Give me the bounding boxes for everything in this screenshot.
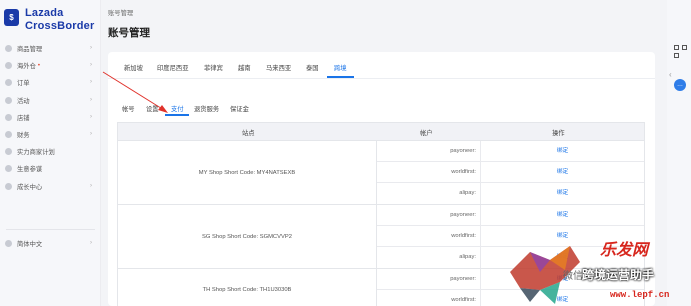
chevron-right-icon: › — [90, 130, 92, 137]
active-tab-indicator — [327, 76, 354, 78]
orders-icon — [5, 79, 12, 87]
products-icon — [5, 45, 12, 53]
bind-link[interactable]: 绑定 — [481, 205, 644, 225]
warehouse-icon — [5, 62, 12, 70]
tab-vietnam[interactable]: 越南 — [238, 63, 251, 72]
sidebar-item-label: 实力商家计划 — [17, 149, 55, 157]
merchant-plan-icon — [5, 148, 12, 156]
sidebar: $ Lazada CrossBorder 商品管理 › 海外仓 • › 订单 ›… — [0, 0, 101, 306]
chevron-right-icon: › — [90, 79, 92, 86]
site-cell: SG Shop Short Code: SGMCVVP2 — [118, 205, 377, 268]
sidebar-item-label: 店铺 — [17, 114, 30, 122]
site-cell: MY Shop Short Code: MY4NATSEXB — [118, 141, 377, 204]
table-row: alipay: 绑定 — [377, 183, 644, 204]
sidebar-item-finance[interactable]: 财务 › — [0, 126, 101, 143]
site-cell: TH Shop Short Code: TH1U3030B — [118, 269, 377, 306]
chevron-right-icon: › — [90, 182, 92, 189]
account-cell: payoneer: — [377, 269, 481, 289]
language-selector[interactable]: 简体中文 › — [0, 235, 101, 252]
language-label: 简体中文 — [17, 240, 43, 248]
sidebar-item-campaigns[interactable]: 活动 › — [0, 92, 101, 109]
account-cell: worldfirst: — [377, 162, 481, 182]
campaign-icon — [5, 96, 12, 104]
tab-payment[interactable]: 支付 — [171, 104, 184, 113]
column-header-action: 操作 — [552, 130, 565, 137]
bind-link[interactable]: 绑定 — [481, 162, 644, 182]
finance-icon — [5, 131, 12, 139]
chevron-right-icon: › — [90, 239, 92, 246]
new-badge: • — [37, 62, 40, 69]
sidebar-item-orders[interactable]: 订单 › — [0, 74, 101, 91]
sidebar-nav: 商品管理 › 海外仓 • › 订单 › 活动 › 店铺 › 财务 › 实力商家计… — [0, 40, 101, 252]
country-tabs: 新加坡 印度尼西亚 菲律宾 越南 马来西亚 泰国 跨境 — [108, 52, 655, 79]
sidebar-item-label: 海外仓 — [17, 63, 36, 71]
sidebar-item-merchant-plan[interactable]: 实力商家计划 — [0, 143, 101, 160]
tab-singapore[interactable]: 新加坡 — [124, 63, 143, 72]
sidebar-item-store[interactable]: 店铺 › — [0, 109, 101, 126]
chevron-right-icon: › — [90, 113, 92, 120]
table-row: worldfirst: 绑定 — [377, 162, 644, 183]
watermark-logo-text: 乐发网 — [600, 242, 649, 259]
lazada-crossborder-logo[interactable]: $ Lazada CrossBorder — [4, 6, 98, 34]
sidebar-item-growth-center[interactable]: 成长中心 › — [0, 178, 101, 195]
account-cell: payoneer: — [377, 205, 481, 225]
column-header-account: 帐户 — [420, 130, 433, 137]
table-row: payoneer: 绑定 — [377, 205, 644, 226]
watermark-label: 跨境运营助手 — [582, 268, 655, 282]
sidebar-item-label: 活动 — [17, 97, 30, 105]
table-row-group-my: MY Shop Short Code: MY4NATSEXB payoneer:… — [117, 141, 645, 205]
sidebar-item-products[interactable]: 商品管理 › — [0, 40, 101, 57]
table-row: payoneer: 绑定 — [377, 141, 644, 162]
collapse-arrow-icon[interactable]: ‹ — [669, 70, 672, 79]
growth-center-icon — [5, 182, 12, 190]
sidebar-item-label: 财务 — [17, 132, 30, 140]
bind-link[interactable]: 绑定 — [481, 141, 644, 161]
tab-return-service[interactable]: 退货服务 — [194, 104, 219, 113]
chevron-right-icon: › — [90, 45, 92, 51]
page-title: 账号管理 — [108, 27, 150, 39]
active-subtab-indicator — [165, 114, 189, 116]
account-cell: alipay: — [377, 183, 481, 204]
sidebar-item-label: 生意参谋 — [17, 166, 43, 174]
tab-settings[interactable]: 设置 — [146, 104, 159, 113]
logo-name: Lazada — [25, 7, 64, 19]
sidebar-divider — [6, 228, 95, 230]
tab-cross-border[interactable]: 跨境 — [334, 63, 347, 72]
watermark-url: www.lepf.cn — [610, 290, 670, 300]
tab-philippines[interactable]: 菲律宾 — [204, 63, 223, 72]
tab-deposit[interactable]: 保证金 — [230, 104, 249, 113]
breadcrumb[interactable]: 账号管理 — [108, 8, 133, 17]
tab-malaysia[interactable]: 马来西亚 — [266, 63, 291, 72]
wechat-icon: 微信 — [563, 271, 583, 282]
account-cell: payoneer: — [377, 141, 481, 161]
lazada-bag-icon: $ — [4, 9, 19, 26]
qr-code-icon[interactable] — [674, 45, 687, 58]
globe-icon — [5, 239, 12, 247]
tab-thailand[interactable]: 泰国 — [306, 63, 319, 72]
tab-account[interactable]: 帐号 — [122, 104, 135, 113]
chevron-right-icon: › — [90, 62, 92, 69]
bind-link[interactable]: 绑定 — [481, 183, 644, 204]
table-header: 站点 帐户 操作 — [117, 122, 645, 141]
sidebar-item-label: 成长中心 — [17, 183, 43, 191]
account-cell: worldfirst: — [377, 290, 481, 306]
sidebar-item-business-advisor[interactable]: 生意参谋 — [0, 160, 101, 177]
logo-subtitle: CrossBorder — [25, 20, 95, 32]
sidebar-item-label: 订单 — [17, 80, 30, 88]
tab-indonesia[interactable]: 印度尼西亚 — [157, 63, 188, 72]
sidebar-item-label: 商品管理 — [17, 46, 43, 54]
account-cell: alipay: — [377, 247, 481, 268]
chevron-right-icon: › — [90, 96, 92, 103]
business-advisor-icon — [5, 165, 12, 173]
sidebar-item-overseas-warehouse[interactable]: 海外仓 • › — [0, 57, 101, 74]
column-header-site: 站点 — [242, 130, 255, 137]
watermark: 乐发网 微信 跨境运营助手 www.lepf.cn — [500, 232, 680, 306]
account-cell: worldfirst: — [377, 226, 481, 246]
chat-icon[interactable]: … — [674, 79, 686, 91]
store-icon — [5, 113, 12, 121]
